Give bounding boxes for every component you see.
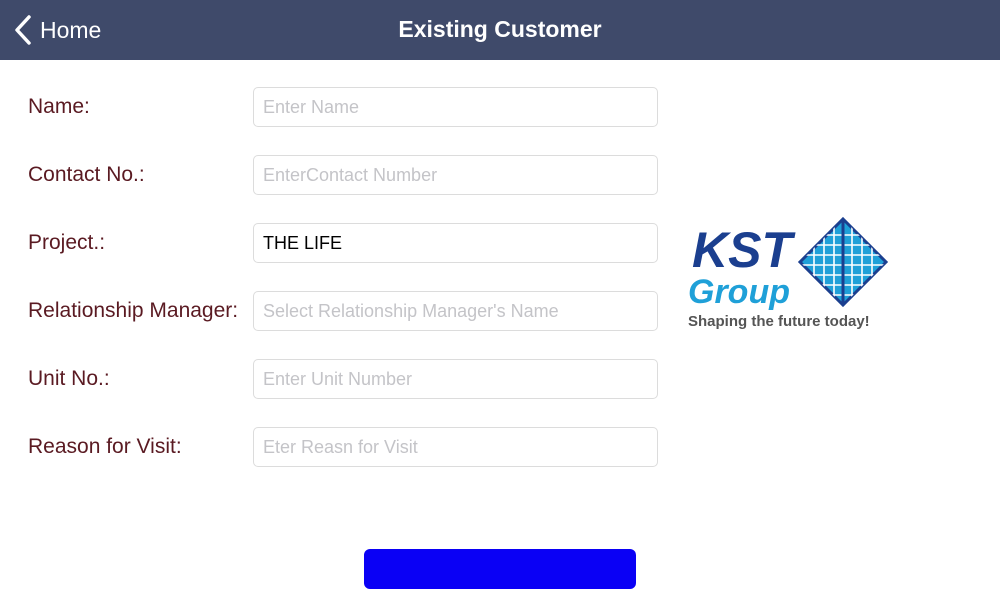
form-row-contact: Contact No.: [0,155,680,197]
form-row-relationship-manager: Relationship Manager: [0,291,680,333]
name-label: Name: [28,95,90,118]
submit-button[interactable] [364,549,636,589]
unit-number-input[interactable] [253,359,658,399]
page-title: Existing Customer [398,16,602,42]
building-diamond-icon [797,216,889,308]
form-row-name: Name: [0,87,680,129]
form-row-project: Project.: [0,223,680,265]
relationship-manager-input[interactable] [253,291,658,331]
kst-group-logo: KST Group Shaping the future today! [686,215,896,335]
logo-group-text: Group [688,273,790,311]
project-label: Project.: [28,231,106,254]
navigation-bar: Home Existing Customer [0,0,1000,60]
reason-for-visit-label: Reason for Visit: [28,435,182,458]
form-row-unit: Unit No.: [0,359,680,401]
contact-number-label: Contact No.: [28,163,145,186]
contact-number-input[interactable] [253,155,658,195]
name-input[interactable] [253,87,658,127]
logo-brand-text: KST [692,222,796,278]
unit-number-label: Unit No.: [28,367,110,390]
project-input[interactable] [253,223,658,263]
reason-for-visit-input[interactable] [253,427,658,467]
form-row-reason: Reason for Visit: [0,427,680,469]
logo-tagline: Shaping the future today! [688,313,870,330]
relationship-manager-label: Relationship Manager: [28,299,239,322]
